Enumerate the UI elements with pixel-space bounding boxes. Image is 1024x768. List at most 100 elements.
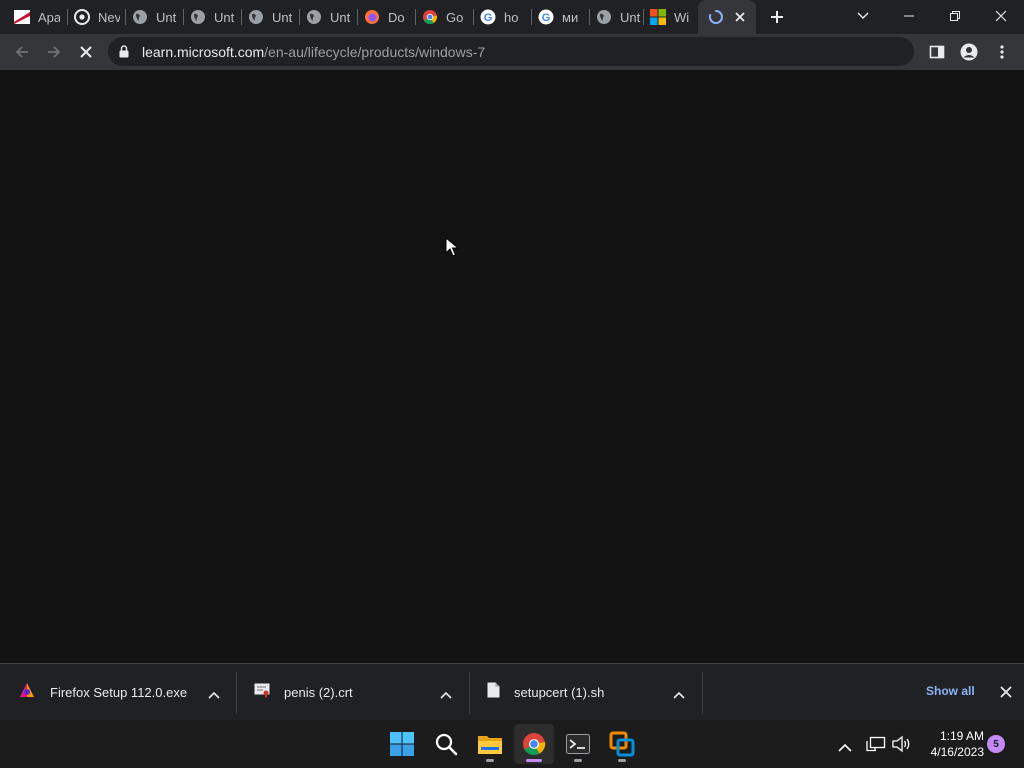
kebab-menu-icon [1000, 45, 1004, 59]
tab-title: Do [388, 9, 405, 25]
running-indicator [574, 759, 582, 762]
chevron-up-icon[interactable] [838, 739, 852, 757]
tab-7[interactable]: Do [354, 0, 412, 34]
side-panel-icon [929, 45, 945, 59]
tab-title: Go [446, 9, 464, 25]
new-tab-button[interactable] [765, 6, 789, 28]
windows-logo-icon [650, 9, 666, 25]
tab-title: ми [562, 9, 579, 25]
menu-button[interactable] [988, 38, 1016, 66]
plus-icon [771, 11, 783, 23]
globe-icon [132, 9, 148, 25]
arrow-left-icon [15, 46, 28, 58]
notification-badge[interactable]: 5 [987, 735, 1005, 753]
side-panel-button[interactable] [923, 38, 951, 66]
close-window-button[interactable] [978, 0, 1024, 32]
download-filename: Firefox Setup 112.0.exe [50, 685, 188, 700]
chromium-icon [74, 9, 90, 25]
file-explorer-button[interactable] [470, 724, 510, 764]
tab-title: Unt [620, 9, 641, 25]
mouse-cursor-icon [445, 236, 460, 262]
tab-active-loading[interactable] [698, 0, 756, 34]
download-separator [702, 672, 703, 714]
lock-icon[interactable] [119, 45, 129, 63]
chrome-taskbar-button[interactable] [514, 724, 554, 764]
google-icon: G [538, 9, 554, 25]
chevron-down-icon [857, 12, 869, 19]
downloads-bar: Firefox Setup 112.0.exe penis (2).crt se… [0, 663, 1024, 720]
minimize-icon [904, 15, 914, 17]
vmware-button[interactable] [602, 724, 642, 764]
tab-title: Unt [272, 9, 293, 25]
firefox-installer-icon [18, 681, 36, 704]
forward-button[interactable] [40, 38, 68, 66]
red-stripe-icon [14, 9, 30, 25]
minimize-button[interactable] [886, 0, 932, 32]
start-button[interactable] [382, 724, 422, 764]
tab-title: Apa [38, 9, 60, 25]
tab-10[interactable]: G ми [528, 0, 586, 34]
tab-1[interactable]: Apa [4, 0, 62, 34]
chevron-up-icon[interactable] [440, 686, 452, 704]
search-icon [435, 733, 458, 756]
tab-strip: Apa Nev Unt Unt Unt Unt Do Go G ho G ми [0, 0, 1024, 34]
stop-loading-button[interactable] [72, 38, 100, 66]
close-downloads-bar-icon[interactable] [1000, 685, 1012, 703]
page-content[interactable] [0, 70, 1024, 663]
close-icon [995, 10, 1007, 22]
globe-icon [596, 9, 612, 25]
running-indicator [486, 759, 494, 762]
tab-5[interactable]: Unt [238, 0, 296, 34]
tab-4[interactable]: Unt [180, 0, 238, 34]
terminal-icon [566, 734, 590, 754]
restore-button[interactable] [932, 0, 978, 32]
download-item-crt[interactable]: penis (2).crt [254, 664, 462, 721]
download-item-firefox[interactable]: Firefox Setup 112.0.exe [18, 664, 230, 721]
tab-9[interactable]: G ho [470, 0, 528, 34]
chevron-up-icon[interactable] [208, 686, 220, 704]
url-path: /en-au/lifecycle/products/windows-7 [264, 44, 486, 60]
terminal-button[interactable] [558, 724, 598, 764]
person-icon [960, 43, 978, 61]
tab-2[interactable]: Nev [64, 0, 122, 34]
tab-title: Wi [674, 9, 690, 25]
show-all-downloads-link[interactable]: Show all [926, 684, 975, 698]
chrome-icon [422, 9, 438, 25]
search-button[interactable] [426, 724, 466, 764]
windows-start-icon [390, 732, 414, 756]
globe-icon [248, 9, 264, 25]
close-tab-icon[interactable] [732, 9, 748, 25]
download-filename: penis (2).crt [284, 685, 353, 700]
tab-6[interactable]: Unt [296, 0, 354, 34]
download-separator [469, 672, 470, 714]
tab-12[interactable]: Wi [640, 0, 698, 34]
tab-title: Unt [214, 9, 235, 25]
back-button[interactable] [8, 38, 36, 66]
volume-icon[interactable] [892, 735, 912, 758]
tab-title: Unt [330, 9, 351, 25]
clock[interactable]: 1:19 AM 4/16/2023 [922, 728, 984, 760]
vmware-icon [609, 731, 635, 757]
arrow-right-icon [48, 46, 61, 58]
folder-icon [478, 736, 502, 754]
globe-icon [306, 9, 322, 25]
active-indicator [526, 759, 542, 762]
tab-title: ho [504, 9, 519, 25]
clock-date: 4/16/2023 [930, 745, 984, 759]
tab-search-button[interactable] [840, 0, 886, 32]
chevron-up-icon[interactable] [673, 686, 685, 704]
chrome-icon [523, 733, 546, 755]
stop-x-icon [80, 46, 92, 58]
url-text[interactable]: learn.microsoft.com/en-au/lifecycle/prod… [142, 44, 485, 60]
url-host: learn.microsoft.com [142, 44, 265, 60]
clock-time: 1:19 AM [939, 729, 984, 743]
tab-8[interactable]: Go [412, 0, 470, 34]
profile-button[interactable] [955, 38, 983, 66]
download-item-sh[interactable]: setupcert (1).sh [487, 664, 695, 721]
google-icon: G [480, 9, 496, 25]
network-icon[interactable] [866, 736, 886, 757]
globe-icon [190, 9, 206, 25]
tab-title: Unt [156, 9, 177, 25]
tab-11[interactable]: Unt [586, 0, 644, 34]
tab-3[interactable]: Unt [122, 0, 180, 34]
